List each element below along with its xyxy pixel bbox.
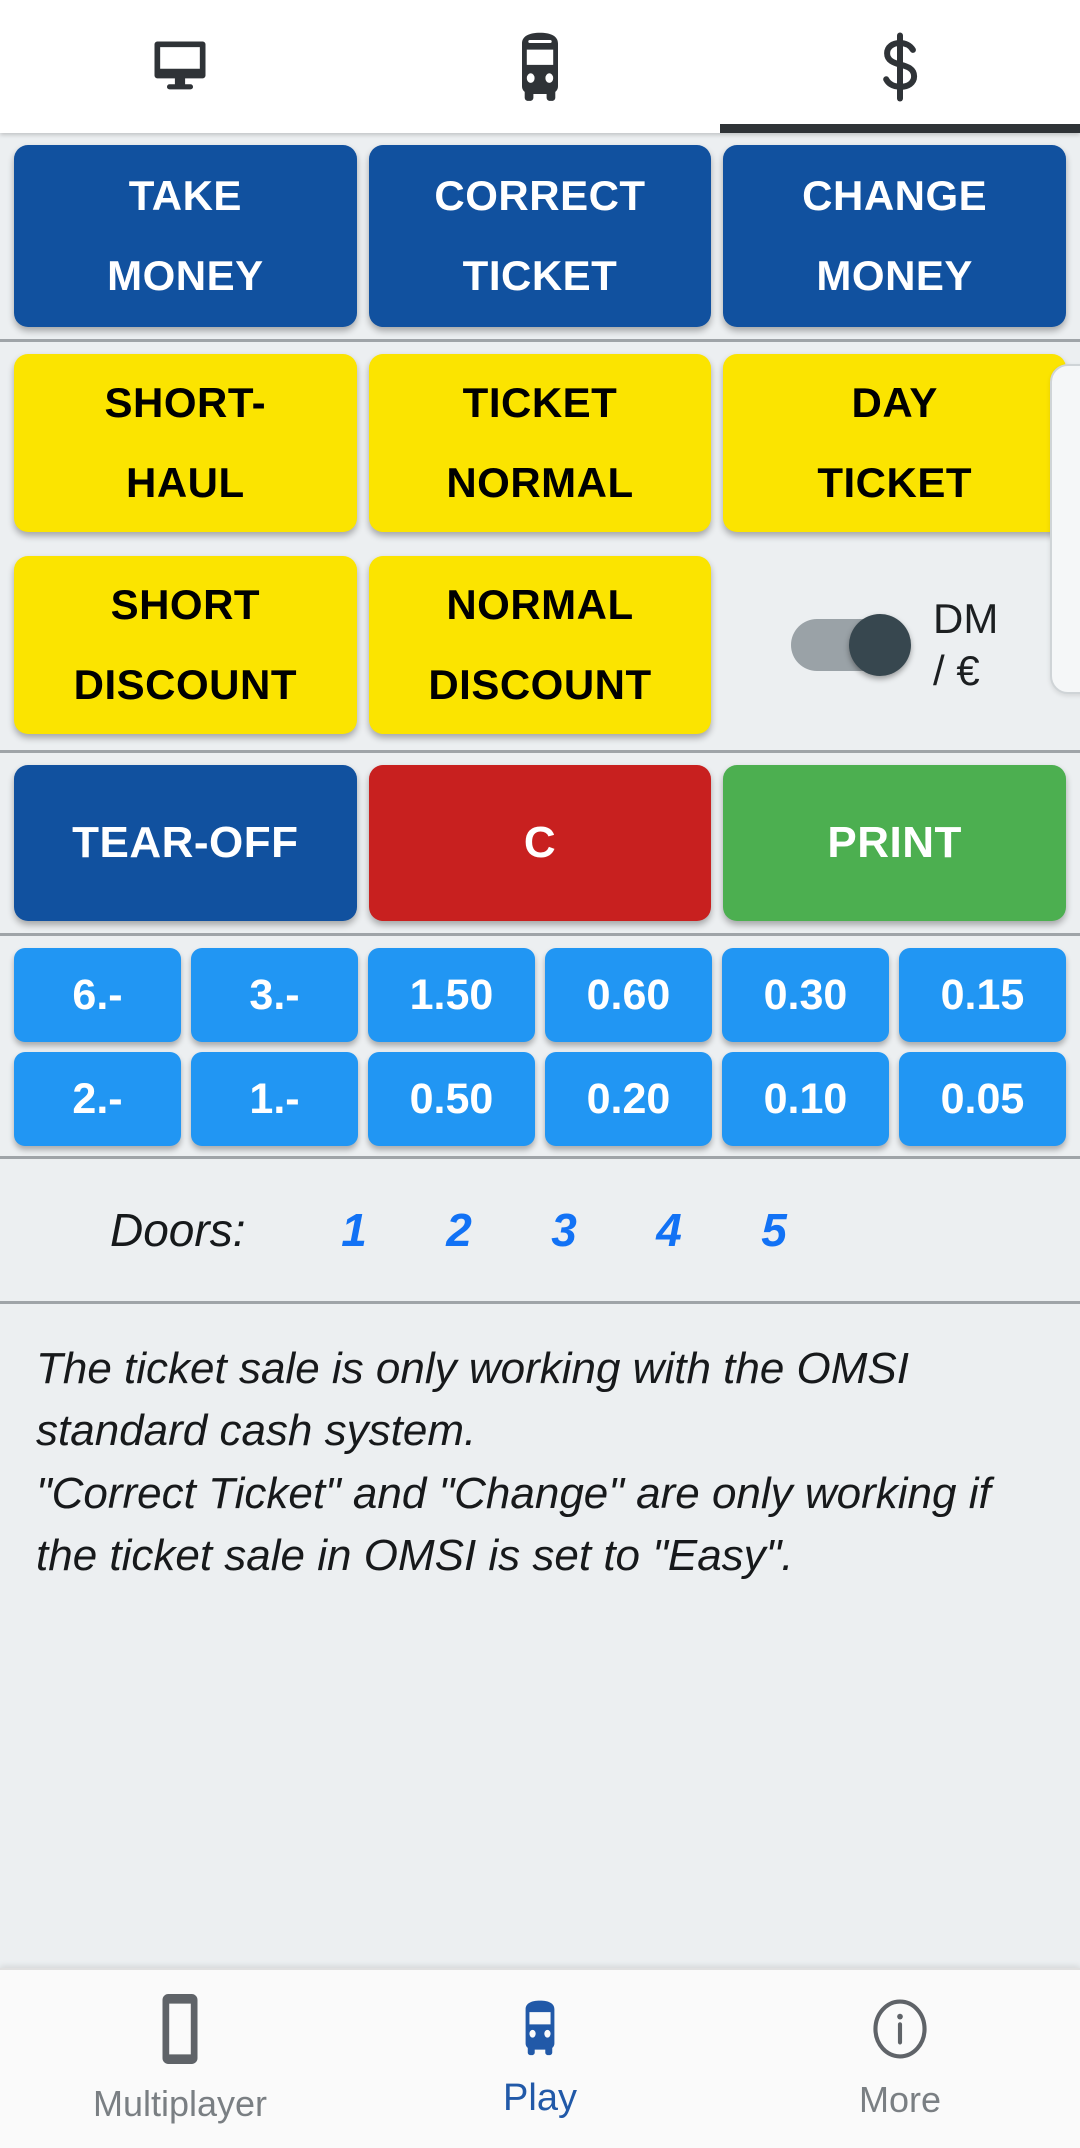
denomination-button[interactable]: 0.60 [545,948,712,1042]
ticket-normal-line1: TICKET [462,379,618,427]
nav-item-multiplayer[interactable]: Multiplayer [0,1970,360,2148]
print-button[interactable]: PRINT [723,765,1067,921]
take-money-button[interactable]: TAKE MONEY [14,145,357,327]
day-ticket-button[interactable]: DAY TICKET [723,354,1067,532]
nav-label-play: Play [503,2077,577,2119]
tear-off-button[interactable]: TEAR-OFF [14,765,357,921]
info-note-text: The ticket sale is only working with the… [36,1344,991,1581]
short-haul-line2: HAUL [126,459,245,506]
door-button-3[interactable]: 3 [511,1203,616,1257]
clear-button[interactable]: C [368,765,712,921]
nav-label-multiplayer: Multiplayer [92,2082,268,2124]
denomination-button[interactable]: 0.30 [722,948,889,1042]
denomination-button[interactable]: 0.10 [722,1052,889,1146]
bus-icon [516,1998,564,2063]
ticket-normal-line2: NORMAL [446,459,634,506]
denomination-button[interactable]: 0.05 [899,1052,1066,1146]
normal-discount-line1: NORMAL [446,581,634,629]
currency-toggle-cell: DM / € [723,556,1066,734]
active-tab-indicator [720,124,1080,133]
denomination-button[interactable]: 0.20 [545,1052,712,1146]
print-actions-section: TEAR-OFF C PRINT [0,750,1080,933]
correct-ticket-line1: CORRECT [434,172,646,220]
denomination-button[interactable]: 6.- [14,948,181,1042]
money-actions-section: TAKE MONEY CORRECT TICKET CHANGE MONEY [0,133,1080,339]
doors-label: Doors: [110,1204,246,1256]
short-haul-line1: SHORT- [104,379,267,427]
tab-bus[interactable] [360,0,720,133]
denomination-button[interactable]: 1.50 [368,948,535,1042]
nav-item-more[interactable]: More [720,1970,1080,2148]
info-note-section: The ticket sale is only working with the… [0,1301,1080,1628]
denomination-button[interactable]: 1.- [191,1052,358,1146]
nav-label-more: More [858,2078,942,2120]
print-actions-row: TEAR-OFF C PRINT [0,753,1080,933]
door-button-2[interactable]: 2 [406,1203,511,1257]
correct-ticket-button[interactable]: CORRECT TICKET [368,145,712,327]
currency-toggle-label: DM / € [933,594,999,695]
change-money-button[interactable]: CHANGE MONEY [723,145,1067,327]
clear-label: C [523,817,557,867]
day-ticket-line1: DAY [851,379,938,427]
tab-monitor[interactable] [0,0,360,133]
denomination-button[interactable]: 3.- [191,948,358,1042]
door-button-1[interactable]: 1 [301,1203,406,1257]
normal-discount-button[interactable]: NORMAL DISCOUNT [368,556,712,734]
ticket-types-row-2: SHORT DISCOUNT NORMAL DISCOUNT DM / € [0,544,1080,746]
tab-money[interactable] [720,0,1080,133]
offscreen-panel-edge[interactable] [1050,364,1080,694]
denominations-row-1: 6.- 3.- 1.50 0.60 0.30 0.15 [14,948,1066,1042]
doors-section: Doors: 1 2 3 4 5 [0,1156,1080,1301]
phone-icon [159,1993,201,2069]
ticket-types-row-1: SHORT- HAUL TICKET NORMAL DAY TICKET [0,342,1080,544]
ticket-types-section: SHORT- HAUL TICKET NORMAL DAY TICKET SHO… [0,339,1080,750]
currency-toggle-switch[interactable] [791,614,912,676]
short-discount-line1: SHORT [110,581,261,629]
normal-discount-line2: DISCOUNT [428,661,652,708]
short-haul-button[interactable]: SHORT- HAUL [14,354,357,532]
info-icon [869,1998,931,2065]
print-label: PRINT [827,817,962,867]
denomination-button[interactable]: 2.- [14,1052,181,1146]
monitor-icon [146,33,214,101]
dollar-icon [875,31,925,103]
denominations-section: 6.- 3.- 1.50 0.60 0.30 0.15 2.- 1.- 0.50… [0,933,1080,1156]
take-money-line2: MONEY [107,252,264,299]
bus-icon [510,31,570,103]
correct-ticket-line2: TICKET [462,252,618,299]
denomination-button[interactable]: 0.50 [368,1052,535,1146]
day-ticket-line2: TICKET [817,459,972,506]
take-money-line1: TAKE [128,172,242,220]
doors-row: Doors: 1 2 3 4 5 [0,1159,1080,1301]
change-money-line2: MONEY [816,252,973,299]
content-spacer [0,1627,1080,1968]
top-tab-bar [0,0,1080,133]
tear-off-label: TEAR-OFF [72,817,299,867]
ticket-normal-button[interactable]: TICKET NORMAL [368,354,712,532]
change-money-line1: CHANGE [802,172,988,220]
money-actions-row: TAKE MONEY CORRECT TICKET CHANGE MONEY [0,133,1080,339]
denominations-row-2: 2.- 1.- 0.50 0.20 0.10 0.05 [14,1052,1066,1146]
ticket-machine-screen: TAKE MONEY CORRECT TICKET CHANGE MONEY S… [0,0,1080,2148]
door-button-4[interactable]: 4 [616,1203,721,1257]
bottom-navigation: Multiplayer Play More [0,1968,1080,2148]
denominations-grid: 6.- 3.- 1.50 0.60 0.30 0.15 2.- 1.- 0.50… [0,936,1080,1156]
short-discount-line2: DISCOUNT [73,661,297,708]
denomination-button[interactable]: 0.15 [899,948,1066,1042]
toggle-thumb [849,614,912,676]
door-button-5[interactable]: 5 [721,1203,826,1257]
short-discount-button[interactable]: SHORT DISCOUNT [14,556,357,734]
nav-item-play[interactable]: Play [360,1970,720,2148]
